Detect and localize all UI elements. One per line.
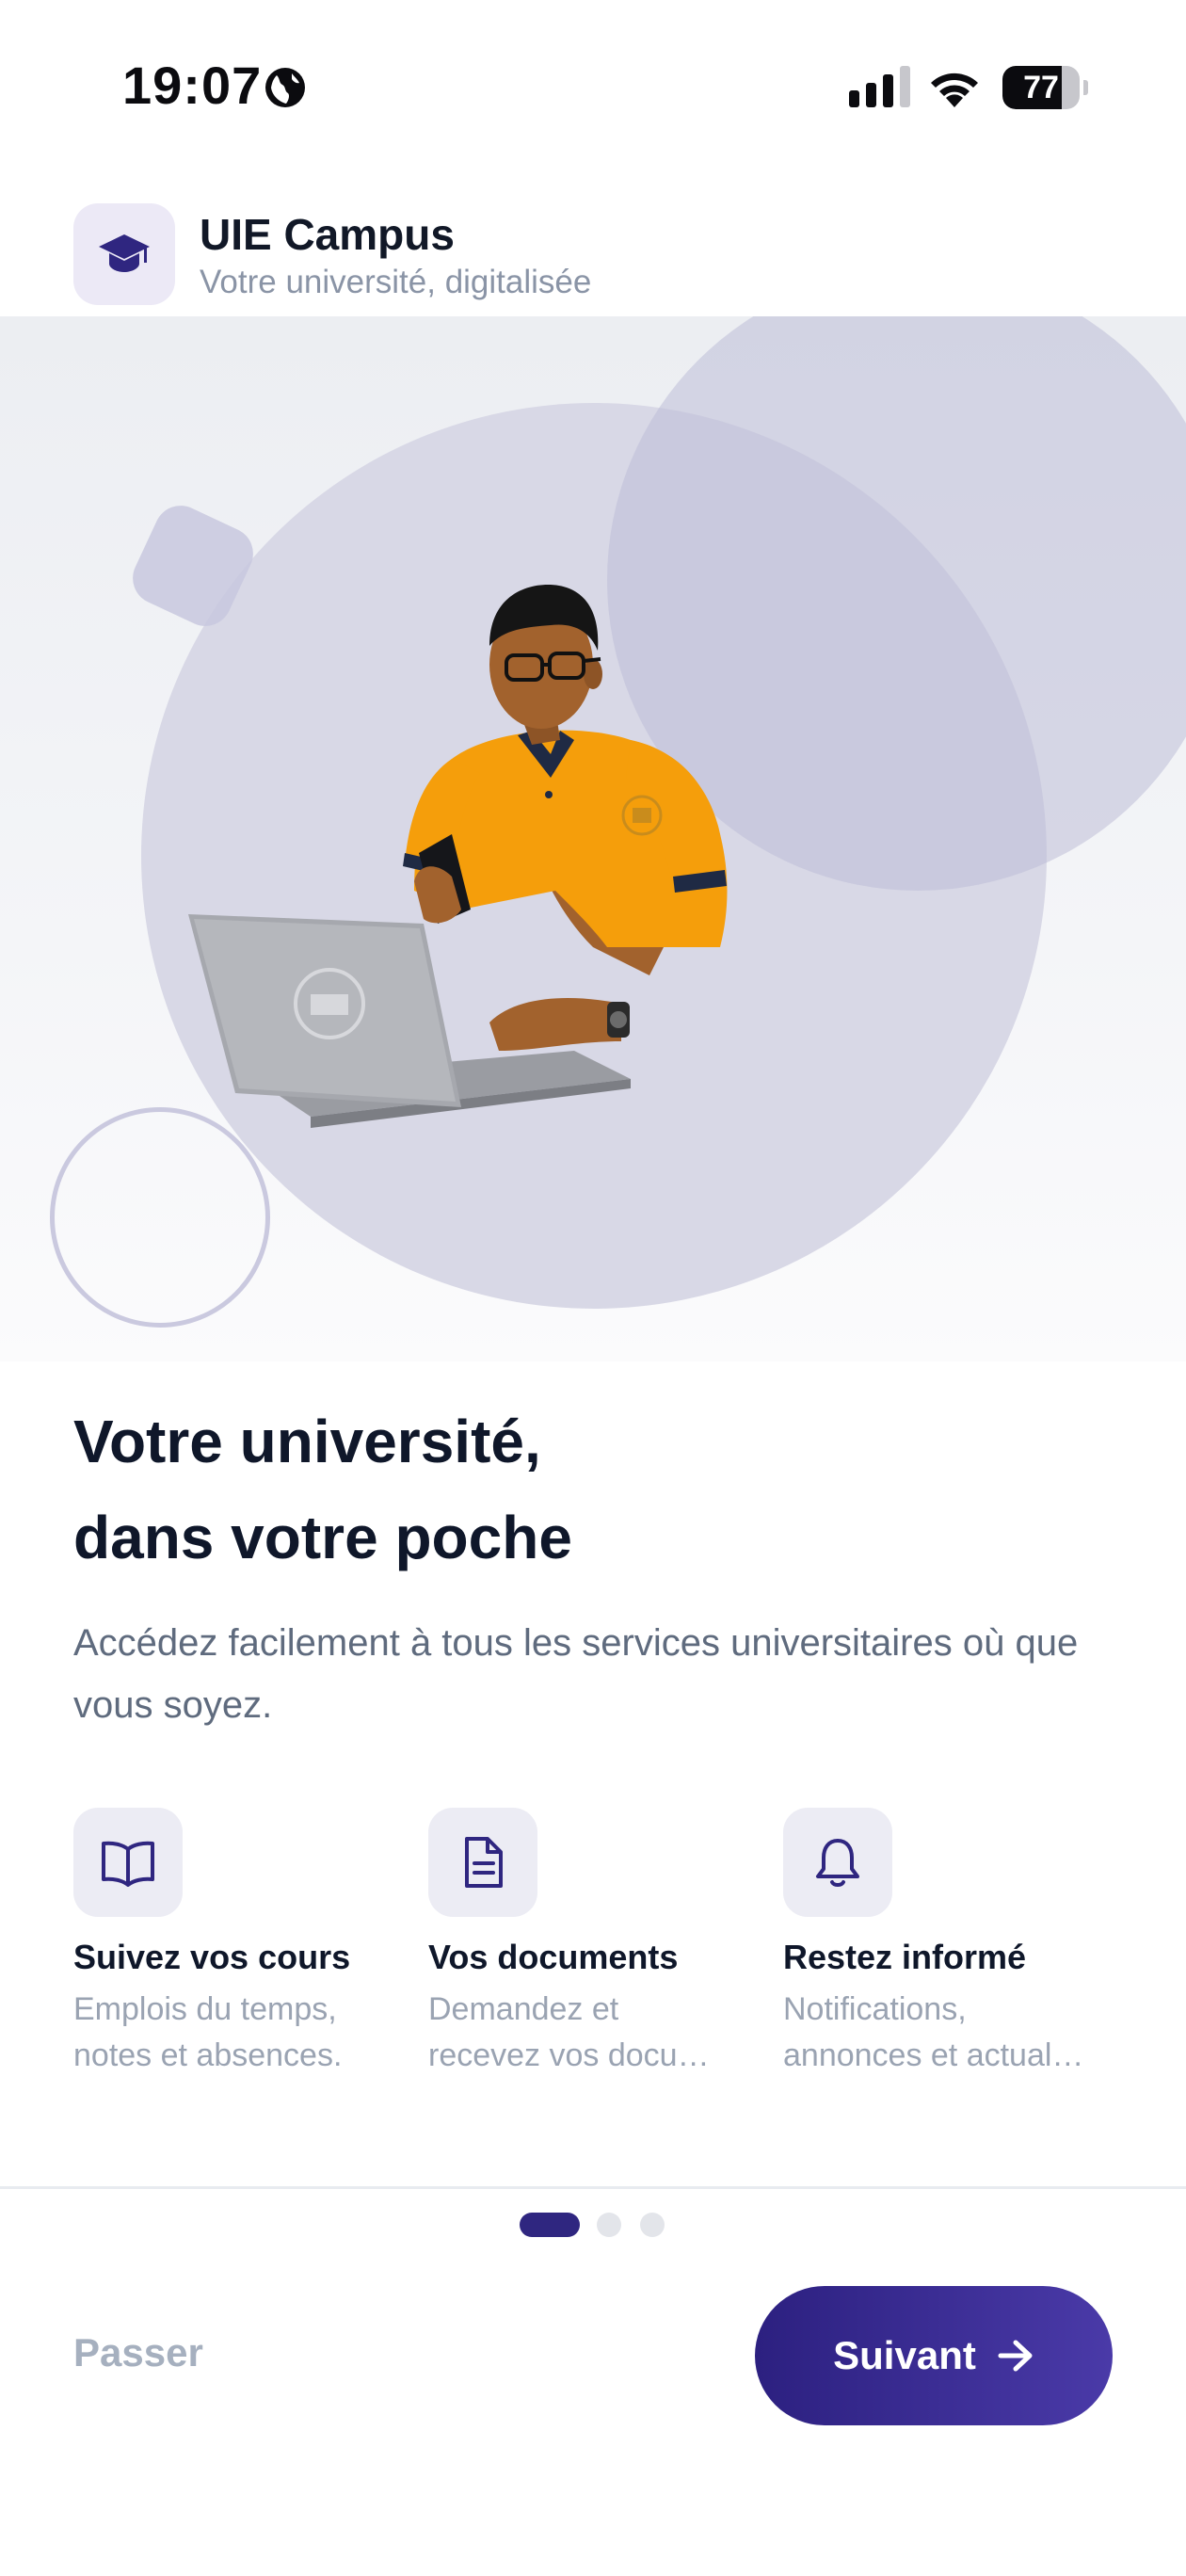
hero-section <box>0 316 1186 1361</box>
skip-button[interactable]: Passer <box>73 2330 203 2375</box>
student-illustration <box>188 585 728 1128</box>
book-icon <box>102 1841 154 1887</box>
hero-decor-ring <box>50 1107 270 1328</box>
next-button-label: Suivant <box>833 2333 976 2377</box>
document-icon <box>465 1837 503 1888</box>
graduation-cap-icon <box>99 234 150 272</box>
headline-line-1: Votre université, <box>73 1408 541 1475</box>
feature-icon-tile <box>428 1808 537 1917</box>
feature-courses: Suivez vos cours Emplois du temps, notes… <box>73 1808 412 2079</box>
wifi-icon <box>931 72 978 107</box>
pagination-dot[interactable] <box>597 2213 621 2237</box>
next-button[interactable]: Suivant <box>755 2286 1113 2425</box>
app-header: UIE Campus Votre université, digitalisée <box>0 188 1186 316</box>
onboarding-description: Accédez facilement à tous les services u… <box>73 1622 1079 1726</box>
headline-line-2: dans votre poche <box>73 1504 572 1571</box>
feature-notifications: Restez informé Notifications, annonces e… <box>783 1808 1122 2079</box>
status-time: 19:07 <box>122 56 263 115</box>
pagination-dot-active[interactable] <box>520 2213 580 2237</box>
cellular-signal-icon <box>849 66 910 107</box>
feature-icon-tile <box>783 1808 892 1917</box>
status-bar: 19:07 77 <box>0 0 1186 179</box>
feature-title: Restez informé <box>783 1938 1027 1976</box>
app-logo <box>73 203 175 305</box>
pagination-dot[interactable] <box>640 2213 665 2237</box>
feature-description: Demandez et recevez vos docu… <box>428 1991 710 2073</box>
feature-icon-tile <box>73 1808 183 1917</box>
feature-title: Suivez vos cours <box>73 1938 351 1976</box>
feature-list: Suivez vos cours Emplois du temps, notes… <box>73 1808 1137 2073</box>
battery-icon: 77 <box>1002 66 1088 109</box>
onboarding-screen: 19:07 77 UIE Campus Votre université, di… <box>0 0 1186 2576</box>
app-tagline: Votre université, digitalisée <box>200 264 592 300</box>
footer-divider <box>0 2186 1186 2189</box>
arrow-right-icon <box>998 2340 1033 2372</box>
app-title: UIE Campus <box>200 210 455 259</box>
feature-description: Emplois du temps, notes et absences. <box>73 1991 343 2073</box>
bell-icon <box>816 1839 859 1887</box>
onboarding-headline: Votre université, dans votre poche <box>73 1393 1109 1586</box>
feature-description: Notifications, annonces et actual… <box>783 1991 1084 2073</box>
globe-icon <box>265 68 305 107</box>
battery-level-text: 77 <box>1023 70 1059 105</box>
feature-title: Vos documents <box>428 1938 679 1976</box>
feature-documents: Vos documents Demandez et recevez vos do… <box>428 1808 767 2079</box>
